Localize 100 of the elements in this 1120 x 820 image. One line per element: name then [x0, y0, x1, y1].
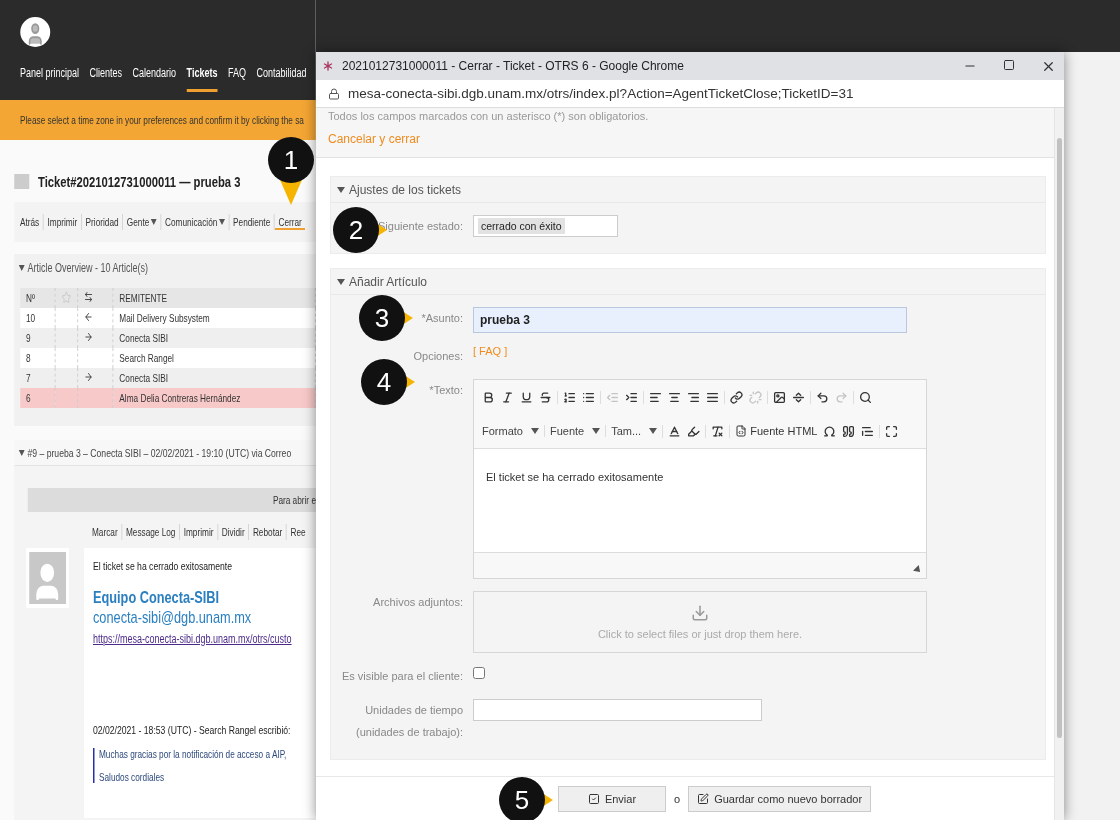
table-cell: 6 [20, 388, 56, 408]
direction-icon[interactable] [84, 291, 94, 303]
dropdown-button[interactable]: Fuente [549, 425, 601, 437]
quote-icon[interactable] [861, 424, 875, 438]
maximize-icon[interactable] [1003, 58, 1015, 71]
article-action-link[interactable]: Imprimir [179, 524, 218, 540]
omega-icon[interactable] [823, 424, 837, 438]
pen-square-icon [697, 792, 710, 805]
upload-hint: Click to select files or just drop them here. [597, 628, 803, 640]
collapse-triangle-icon[interactable] [337, 277, 345, 286]
field-label: Opciones: [413, 350, 463, 362]
caret-icon [592, 427, 601, 435]
editor-text: El ticket se ha cerrado exitosamente [486, 471, 665, 483]
ticket-icon [14, 173, 29, 189]
required-notice: Todos los campos marcados con un asterisco (*) son obligatorios. [328, 110, 650, 122]
text-field[interactable] [473, 699, 762, 721]
visible-checkbox[interactable] [473, 667, 485, 679]
section-title: Añadir Artículo [349, 274, 428, 289]
numbered-list-icon[interactable] [563, 390, 576, 404]
horizontal-rule-icon[interactable] [792, 390, 805, 404]
bold-icon[interactable] [482, 390, 495, 404]
bullet-list-icon[interactable] [582, 390, 595, 404]
editor-body[interactable]: El ticket se ha cerrado exitosamente [474, 448, 926, 552]
collapse-triangle-icon[interactable] [18, 264, 25, 272]
quote-icon[interactable] [842, 424, 856, 438]
article-action-link[interactable]: Marcar [92, 524, 122, 540]
action-link[interactable]: Comunicación [160, 214, 229, 230]
signature-email: conecta-sibi@dgb.unam.mx [93, 608, 253, 628]
collapse-triangle-icon[interactable] [337, 185, 345, 194]
file-code-icon [735, 425, 748, 437]
address-url[interactable]: mesa-conecta-sibi.dgb.unam.mx/otrs/index.pl?Action=AgentTicketClose;TicketID=31 [348, 86, 854, 101]
column-header[interactable]: Nº [20, 288, 56, 308]
align-right-icon[interactable] [687, 390, 700, 404]
article-header: #9 – prueba 3 – Conecta SIBI – 02/02/2021 - 19:10 (UTC) via Correo [27, 446, 292, 459]
star-icon[interactable] [61, 290, 72, 304]
field-label: *Asunto: [421, 312, 463, 324]
url-link[interactable]: https://mesa-conecta-sibi.dgb.unam.mx/otrs/custo [93, 632, 292, 646]
action-link[interactable]: Cerrar [274, 214, 306, 230]
numbered-callout: 4 [361, 359, 417, 405]
numbered-callout: 1 [268, 137, 314, 207]
undo-icon[interactable] [816, 390, 829, 404]
nav-tab[interactable]: Contabilidad [256, 66, 307, 92]
strikethrough-icon[interactable] [539, 390, 552, 404]
underline-icon[interactable] [520, 390, 533, 404]
lock-icon [328, 87, 340, 100]
article-action-link[interactable]: Message Log [121, 524, 180, 540]
dropdown-button[interactable]: Tam... [611, 425, 658, 437]
save-draft-button[interactable]: Guardar como nuevo borrador [688, 785, 872, 812]
nav-tab[interactable]: Clientes [89, 66, 123, 92]
text-color-icon[interactable] [668, 424, 682, 438]
align-center-icon[interactable] [668, 390, 681, 404]
ticket-title: Ticket#2021012731000011 — prueba 3 [38, 172, 241, 190]
user-avatar[interactable] [20, 17, 50, 47]
check-square-icon [587, 792, 600, 805]
action-link[interactable]: Atrás [20, 214, 43, 230]
align-left-icon[interactable] [649, 390, 662, 404]
article-action-link[interactable]: Ree [286, 524, 310, 540]
numbered-callout: 5 [499, 777, 555, 820]
article-row[interactable]: 9 Conecta SIBI [20, 328, 316, 348]
article-row[interactable]: 8 Search Rangel [20, 348, 316, 368]
article-row[interactable]: 10 Mail Delivery Subsystem [20, 308, 316, 328]
dropdown-button[interactable]: Formato [482, 425, 539, 437]
text-field[interactable]: prueba 3 [473, 307, 907, 333]
image-icon[interactable] [773, 390, 786, 404]
source-button[interactable]: Fuente HTML [735, 425, 818, 437]
column-header[interactable]: REMITENTE [113, 288, 316, 308]
nav-tab[interactable]: FAQ [227, 66, 246, 92]
link-icon[interactable] [730, 390, 743, 404]
nav-tab[interactable]: Calendario [132, 66, 177, 92]
article-action-link[interactable]: Dividir [217, 524, 249, 540]
state-select[interactable]: cerrado con éxito [473, 215, 618, 237]
maximize-icon[interactable] [885, 424, 899, 438]
justify-icon[interactable] [706, 390, 719, 404]
action-link[interactable]: Imprimir [43, 214, 82, 230]
table-cell: Alma Delia Contreras Hernández [113, 388, 316, 408]
nav-tab[interactable]: Panel principal [20, 66, 80, 92]
indent-icon[interactable] [625, 390, 638, 404]
italic-icon[interactable] [501, 390, 514, 404]
action-link[interactable]: Prioridad [81, 214, 123, 230]
article-row[interactable]: 6 Alma Delia Contreras Hernández [20, 388, 316, 408]
send-button[interactable]: Enviar [558, 785, 666, 812]
highlighter-icon[interactable] [687, 424, 701, 438]
remove-format-icon[interactable] [711, 424, 725, 438]
action-link[interactable]: Gente [122, 214, 161, 230]
collapse-triangle-icon[interactable] [18, 448, 25, 457]
article-action-link[interactable]: Rebotar [248, 524, 286, 540]
download-icon [691, 604, 709, 622]
field-label: *Texto: [429, 384, 463, 396]
quote-text: Muchas gracias por la notificación de acceso a AIP, [99, 748, 288, 760]
search-icon[interactable] [859, 390, 872, 404]
scrollbar-thumb[interactable] [1057, 138, 1062, 738]
action-link[interactable]: Pendiente [228, 214, 274, 230]
message-text: El ticket se ha cerrado exitosamente [93, 560, 233, 572]
or-text: o [674, 792, 681, 805]
caret-icon [649, 427, 658, 435]
panel-title: Article Overview - 10 Article(s) [27, 261, 148, 275]
timezone-banner: Please select a time zone in your preferences and confirm it by clicking the sa [0, 100, 316, 140]
quote-header: 02/02/2021 - 18:53 (UTC) - Search Rangel escribió: [93, 724, 292, 736]
article-row[interactable]: 7 Conecta SIBI [20, 368, 316, 388]
nav-tab[interactable]: Tickets [186, 66, 218, 92]
